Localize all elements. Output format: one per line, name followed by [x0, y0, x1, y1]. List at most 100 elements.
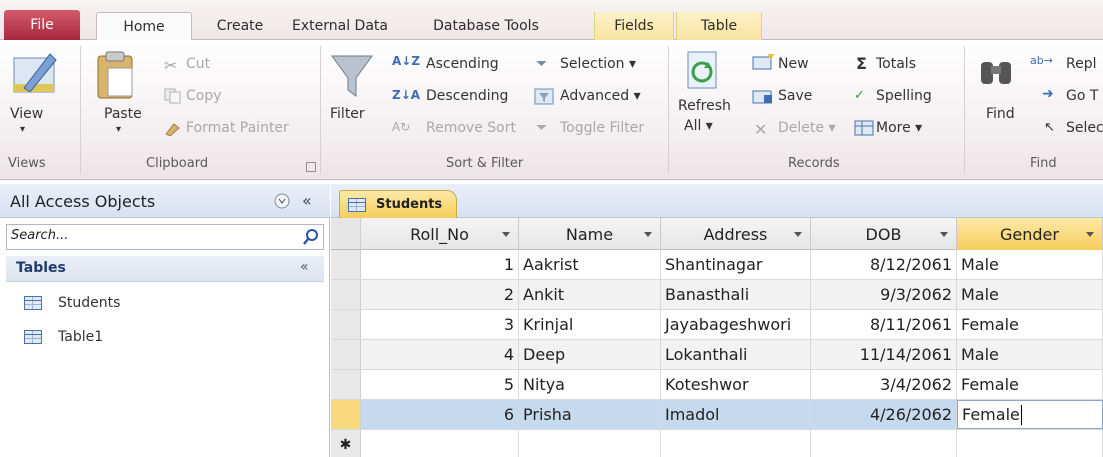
refresh-icon[interactable]	[684, 50, 724, 94]
chevron-down-icon[interactable]	[502, 232, 510, 237]
replace-button[interactable]: Repl	[1066, 56, 1097, 72]
descending-button[interactable]: Descending	[426, 88, 508, 104]
column-header-roll-no[interactable]: Roll_No	[361, 218, 519, 250]
select-button[interactable]: Selec	[1066, 120, 1103, 136]
cell-gender[interactable]: Female	[957, 370, 1103, 399]
select-all-cell[interactable]	[331, 218, 361, 249]
cell-gender[interactable]: Male	[957, 280, 1103, 309]
filter-icon[interactable]	[330, 54, 374, 100]
record-selector[interactable]	[331, 370, 361, 399]
table-row[interactable]: 3 Krinjal Jayabageshwori 8/11/2061 Femal…	[331, 310, 1103, 340]
save-button[interactable]: Save	[778, 88, 812, 104]
paste-dropdown-arrow[interactable]: ▾	[116, 124, 121, 135]
table-row[interactable]: 5 Nitya Koteshwor 3/4/2062 Female	[331, 370, 1103, 400]
cell-address[interactable]: Lokanthali	[661, 340, 811, 369]
nav-header[interactable]: All Access Objects «	[0, 184, 330, 218]
copy-button[interactable]: Copy	[186, 88, 222, 104]
find-button[interactable]: Find	[986, 106, 1015, 122]
tab-create[interactable]: Create	[200, 12, 280, 40]
cell-address[interactable]: Banasthali	[661, 280, 811, 309]
selection-button[interactable]: Selection ▾	[560, 56, 636, 72]
more-button[interactable]: More ▾	[876, 120, 922, 136]
new-record-row[interactable]: ✱	[331, 430, 1103, 457]
cell-dob[interactable]: 8/12/2061	[811, 250, 957, 279]
ascending-button[interactable]: Ascending	[426, 56, 499, 72]
nav-section-tables[interactable]: Tables «	[6, 256, 324, 282]
nav-item-table1[interactable]: Table1	[6, 322, 324, 352]
record-selector[interactable]	[331, 400, 361, 429]
cell-address[interactable]: Shantinagar	[661, 250, 811, 279]
tab-students[interactable]: Students	[339, 190, 457, 218]
chevron-down-icon[interactable]	[644, 232, 652, 237]
nav-search-box[interactable]: Search...	[6, 224, 324, 250]
cell-gender[interactable]: Male	[957, 340, 1103, 369]
spelling-button[interactable]: Spelling	[876, 88, 932, 104]
cell-name[interactable]	[519, 430, 661, 457]
totals-button[interactable]: Totals	[876, 56, 916, 72]
cell-name[interactable]: Deep	[519, 340, 661, 369]
toggle-filter-button[interactable]: Toggle Filter	[560, 120, 644, 136]
circle-chevron-down-icon[interactable]	[274, 193, 290, 209]
cell-name[interactable]: Prisha	[519, 400, 661, 429]
column-header-address[interactable]: Address	[661, 218, 811, 250]
cell-roll-no[interactable]	[361, 430, 519, 457]
cell-dob[interactable]: 3/4/2062	[811, 370, 957, 399]
double-chevron-left-icon[interactable]: «	[302, 191, 312, 210]
tab-table[interactable]: Table	[676, 12, 762, 40]
paste-icon[interactable]	[94, 48, 138, 102]
cell-name[interactable]: Krinjal	[519, 310, 661, 339]
column-header-name[interactable]: Name	[519, 218, 661, 250]
cell-dob[interactable]: 11/14/2061	[811, 340, 957, 369]
cut-button[interactable]: Cut	[186, 56, 210, 72]
record-selector[interactable]	[331, 250, 361, 279]
chevron-down-icon[interactable]	[940, 232, 948, 237]
cell-address[interactable]: Koteshwor	[661, 370, 811, 399]
cell-roll-no[interactable]: 5	[361, 370, 519, 399]
delete-button[interactable]: Delete ▾	[778, 120, 835, 136]
nav-item-students[interactable]: Students	[6, 288, 324, 318]
cell-address[interactable]: Jayabageshwori	[661, 310, 811, 339]
record-selector[interactable]	[331, 280, 361, 309]
chevron-down-icon[interactable]	[794, 232, 802, 237]
tab-database-tools[interactable]: Database Tools	[402, 12, 570, 40]
cell-roll-no[interactable]: 2	[361, 280, 519, 309]
tab-external-data[interactable]: External Data	[284, 12, 396, 40]
remove-sort-button[interactable]: Remove Sort	[426, 120, 516, 136]
new-button[interactable]: New	[778, 56, 809, 72]
clipboard-dialog-launcher[interactable]	[306, 162, 316, 172]
filter-button[interactable]: Filter	[330, 106, 365, 122]
cell-gender[interactable]: Male	[957, 250, 1103, 279]
cell-dob[interactable]: 4/26/2062	[811, 400, 957, 429]
table-row-selected[interactable]: 6 Prisha Imadol 4/26/2062 Female	[331, 400, 1103, 430]
record-selector[interactable]	[331, 310, 361, 339]
cell-gender-editing[interactable]: Female	[957, 400, 1103, 429]
cell-roll-no[interactable]: 6	[361, 400, 519, 429]
tab-fields[interactable]: Fields	[594, 12, 674, 40]
cell-name[interactable]: Ankit	[519, 280, 661, 309]
record-selector[interactable]	[331, 340, 361, 369]
double-chevron-up-icon[interactable]: «	[300, 259, 309, 275]
table-row[interactable]: 1 Aakrist Shantinagar 8/12/2061 Male	[331, 250, 1103, 280]
tab-home[interactable]: Home	[96, 12, 192, 41]
cell-roll-no[interactable]: 3	[361, 310, 519, 339]
format-painter-button[interactable]: Format Painter	[186, 120, 289, 136]
cell-dob[interactable]: 8/11/2061	[811, 310, 957, 339]
table-row[interactable]: 4 Deep Lokanthali 11/14/2061 Male	[331, 340, 1103, 370]
cell-name[interactable]: Aakrist	[519, 250, 661, 279]
cell-gender[interactable]	[957, 430, 1103, 457]
view-button[interactable]: View	[10, 106, 43, 122]
cell-dob[interactable]: 9/3/2062	[811, 280, 957, 309]
cell-name[interactable]: Nitya	[519, 370, 661, 399]
new-record-asterisk-icon[interactable]: ✱	[331, 430, 361, 457]
search-input[interactable]: Search...	[11, 228, 68, 243]
cell-dob[interactable]	[811, 430, 957, 457]
cell-roll-no[interactable]: 4	[361, 340, 519, 369]
advanced-button[interactable]: Advanced ▾	[560, 88, 641, 104]
column-header-gender[interactable]: Gender	[957, 218, 1103, 250]
cell-address[interactable]	[661, 430, 811, 457]
paste-button[interactable]: Paste	[104, 106, 142, 122]
column-header-dob[interactable]: DOB	[811, 218, 957, 250]
view-dropdown-arrow[interactable]: ▾	[20, 124, 25, 135]
find-binoculars-icon[interactable]	[978, 52, 1014, 88]
refresh-button[interactable]: Refresh	[678, 98, 731, 114]
